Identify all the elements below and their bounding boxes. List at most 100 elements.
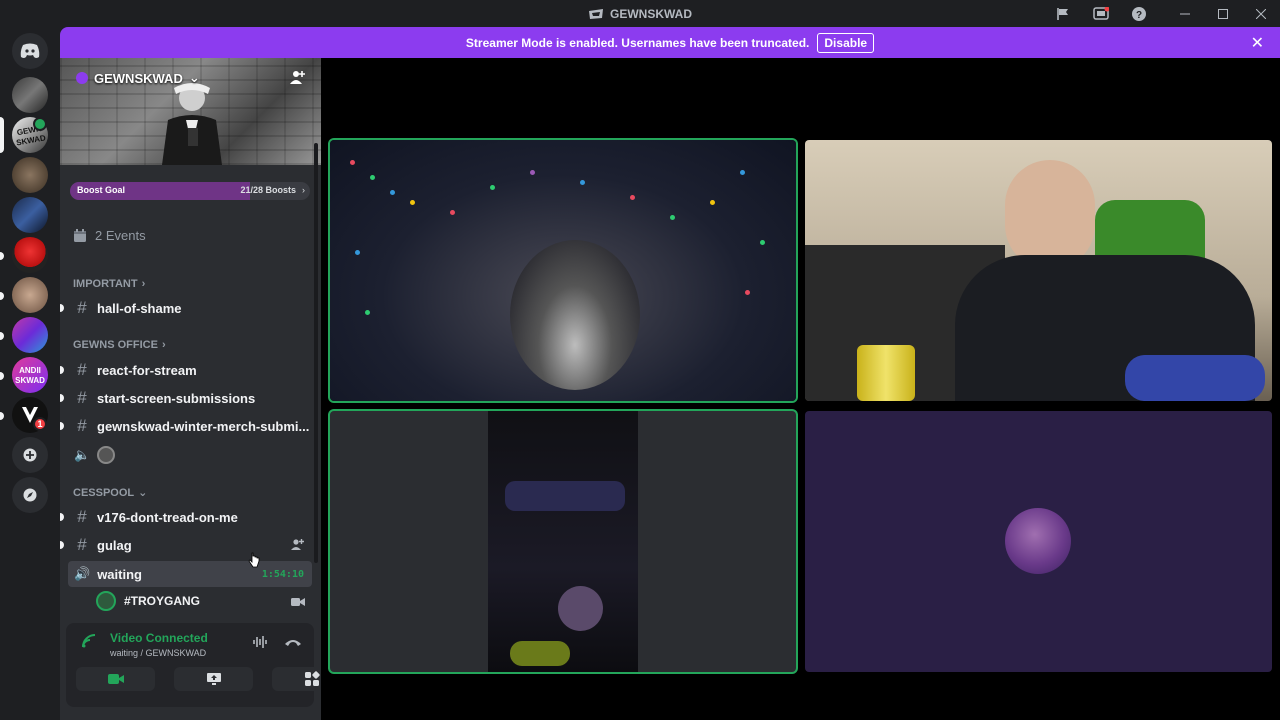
minimize-icon[interactable] <box>1166 0 1204 27</box>
mouse-cursor-icon <box>248 552 260 568</box>
server-logo-icon <box>589 8 603 19</box>
disconnect-icon[interactable] <box>284 635 302 653</box>
banner-figure-image <box>162 83 222 165</box>
window-title-text: GEWNSKWAD <box>610 6 692 21</box>
close-window-icon[interactable] <box>1242 0 1280 27</box>
server-boost-badge-icon <box>76 72 88 84</box>
text-channel-icon: # <box>77 388 87 407</box>
server-icon-cars[interactable] <box>12 77 48 113</box>
participant-name: #TROYGANG <box>124 594 201 608</box>
plus-icon <box>23 448 37 462</box>
inbox-icon[interactable] <box>1082 0 1120 27</box>
channel-label: react-for-stream <box>97 362 197 378</box>
voice-location[interactable]: waiting / GEWNSKWAD <box>110 648 206 658</box>
server-list: GEWN SKWAD ANDII SKWAD 1 <box>0 27 60 720</box>
server-banner[interactable]: GEWNSKWAD ⌄ <box>60 58 321 165</box>
chevron-down-icon: ⌄ <box>138 487 148 499</box>
video-tile-1[interactable] <box>330 140 796 401</box>
camera-icon <box>107 674 124 684</box>
voice-status[interactable]: Video Connected <box>110 631 208 645</box>
channel-label: start-screen-submissions <box>97 390 256 406</box>
camera-on-icon <box>291 594 305 612</box>
connection-signal-icon <box>82 634 96 648</box>
svg-text:SKWAD: SKWAD <box>15 376 45 385</box>
boost-goal-label: Boost Goal <box>77 185 126 195</box>
voice-channel-waiting[interactable]: 🔊 waiting 1:54:10 <box>68 561 312 587</box>
channel-label: hall-of-shame <box>97 300 182 316</box>
text-channel-icon: # <box>77 360 87 379</box>
mention-badge: 1 <box>33 417 47 431</box>
participant-avatar <box>96 591 116 611</box>
server-icon-art[interactable] <box>12 317 48 353</box>
channel-start-screen-submissions[interactable]: # start-screen-submissions <box>60 385 312 411</box>
compass-icon <box>23 488 37 502</box>
close-banner-icon[interactable]: ✕ <box>1251 33 1264 53</box>
server-icon-animal[interactable] <box>12 157 48 193</box>
explore-servers-button[interactable] <box>12 477 48 513</box>
invite-people-icon[interactable] <box>290 70 305 90</box>
channel-label: waiting <box>97 566 142 582</box>
flag-icon[interactable] <box>1044 0 1082 27</box>
server-icon-blue-car[interactable] <box>12 197 48 233</box>
camera-button[interactable] <box>76 667 155 691</box>
video-tile-2[interactable] <box>805 140 1272 401</box>
channel-winter-merch-submissions[interactable]: # gewnskwad-winter-merch-submi... <box>60 413 312 439</box>
svg-text:ANDII: ANDII <box>19 366 41 375</box>
unread-indicator <box>60 304 64 312</box>
server-name[interactable]: GEWNSKWAD ⌄ <box>76 70 200 86</box>
active-server-indicator <box>0 117 4 153</box>
window-title: GEWNSKWAD <box>588 7 692 21</box>
streamer-mode-banner: Streamer Mode is enabled. Usernames have… <box>60 27 1280 58</box>
text-channel-icon: # <box>77 507 87 526</box>
unread-indicator <box>60 422 64 430</box>
discord-home-button[interactable] <box>12 33 48 69</box>
chevron-down-icon: ⌄ <box>188 70 200 85</box>
streamer-mode-text: Streamer Mode is enabled. Usernames have… <box>465 35 810 50</box>
add-server-button[interactable] <box>12 437 48 473</box>
category-cesspool[interactable]: CESSPOOL ⌄ <box>73 486 148 500</box>
video-call-area <box>321 58 1280 720</box>
server-icon-face[interactable] <box>12 277 48 313</box>
stage-channel-row[interactable]: 🔈 <box>68 442 312 468</box>
screen-share-button[interactable] <box>174 667 253 691</box>
channel-v176-dont-tread-on-me[interactable]: # v176-dont-tread-on-me <box>60 504 312 530</box>
unread-indicator <box>60 394 64 402</box>
calendar-icon <box>74 228 86 242</box>
participant-avatar <box>1005 508 1071 574</box>
unread-indicator <box>60 366 64 374</box>
channel-react-for-stream[interactable]: # react-for-stream <box>60 357 312 383</box>
channel-sidebar: GEWNSKWAD ⌄ Boost Goal 21/28 Boosts › 2 … <box>60 58 321 720</box>
channel-label: gulag <box>97 537 132 553</box>
events-label: 2 Events <box>95 228 146 243</box>
speaker-icon: 🔈 <box>74 447 91 462</box>
noise-suppression-icon[interactable] <box>252 635 268 654</box>
title-bar: GEWNSKWAD ? <box>0 0 1280 27</box>
text-channel-icon: # <box>77 416 87 435</box>
voice-participant[interactable]: #TROYGANG <box>96 591 200 611</box>
boost-goal-bar[interactable]: Boost Goal 21/28 Boosts › <box>70 182 310 200</box>
maximize-icon[interactable] <box>1204 0 1242 27</box>
disable-streamer-mode-button[interactable]: Disable <box>817 32 875 53</box>
channel-hall-of-shame[interactable]: # hall-of-shame <box>60 295 312 321</box>
server-icon-mushroom[interactable] <box>12 237 48 273</box>
chevron-right-icon: › <box>302 185 305 195</box>
text-channel-icon: # <box>77 298 87 317</box>
chevron-right-icon: › <box>141 278 146 290</box>
events-link[interactable]: 2 Events <box>73 228 146 243</box>
voice-connection-panel: Video Connected waiting / GEWNSKWAD <box>66 623 321 707</box>
sidebar-scrollbar[interactable] <box>314 143 318 563</box>
discord-logo-icon <box>20 43 40 58</box>
unread-indicator <box>0 412 4 420</box>
activities-button[interactable] <box>272 667 321 691</box>
category-gewns-office[interactable]: GEWNS OFFICE › <box>73 339 166 351</box>
video-tile-3[interactable] <box>330 411 796 672</box>
chevron-right-icon: › <box>161 339 166 351</box>
channel-gulag[interactable]: # gulag <box>60 532 312 558</box>
video-tile-4-avatar[interactable] <box>805 411 1272 672</box>
category-important[interactable]: IMPORTANT › <box>73 278 145 290</box>
channel-label: gewnskwad-winter-merch-submi... <box>97 418 310 434</box>
invite-to-channel-icon[interactable] <box>291 538 304 554</box>
server-icon-andii-skwad[interactable]: ANDII SKWAD <box>12 357 48 393</box>
unread-indicator <box>60 541 64 549</box>
help-icon[interactable]: ? <box>1120 0 1158 27</box>
